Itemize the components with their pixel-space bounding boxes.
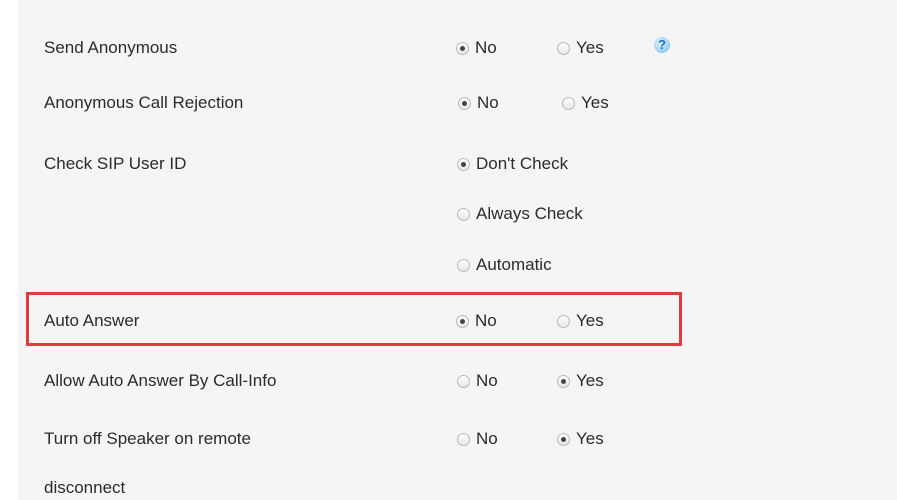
turn-off-speaker-label-line1: Turn off Speaker on remote <box>44 429 251 448</box>
allow-auto-answer-no-radio[interactable] <box>457 374 470 388</box>
allow-auto-answer-yes-text: Yes <box>576 371 604 390</box>
auto-answer-no-radio[interactable] <box>456 314 469 328</box>
automatic-text: Automatic <box>476 255 552 274</box>
turn-off-speaker-no-option[interactable]: No <box>457 428 498 450</box>
turn-off-speaker-yes-radio[interactable] <box>557 432 570 446</box>
always-check-option[interactable]: Always Check <box>457 203 583 225</box>
allow-auto-answer-yes-radio[interactable] <box>557 374 570 388</box>
always-check-text: Always Check <box>476 204 583 223</box>
auto-answer-yes-option[interactable]: Yes <box>557 310 604 332</box>
anonymous-call-rejection-no-radio[interactable] <box>458 96 471 110</box>
automatic-radio[interactable] <box>457 258 470 272</box>
send-anonymous-yes-radio[interactable] <box>557 41 570 55</box>
anonymous-call-rejection-yes-text: Yes <box>581 93 609 112</box>
send-anonymous-no-option[interactable]: No <box>456 37 497 59</box>
send-anonymous-yes-text: Yes <box>576 38 604 57</box>
auto-answer-label: Auto Answer <box>44 311 140 330</box>
anonymous-call-rejection-no-option[interactable]: No <box>458 92 499 114</box>
turn-off-speaker-yes-option[interactable]: Yes <box>557 428 604 450</box>
turn-off-speaker-label-line2: disconnect <box>44 478 126 497</box>
automatic-option[interactable]: Automatic <box>457 254 552 276</box>
anonymous-call-rejection-yes-option[interactable]: Yes <box>562 92 609 114</box>
auto-answer-yes-text: Yes <box>576 311 604 330</box>
turn-off-speaker-no-radio[interactable] <box>457 432 470 446</box>
allow-auto-answer-yes-option[interactable]: Yes <box>557 370 604 392</box>
dont-check-radio[interactable] <box>457 157 470 171</box>
auto-answer-no-option[interactable]: No <box>456 310 497 332</box>
turn-off-speaker-no-text: No <box>476 429 498 448</box>
anonymous-call-rejection-yes-radio[interactable] <box>562 96 575 110</box>
dont-check-text: Don't Check <box>476 154 569 173</box>
anonymous-call-rejection-label: Anonymous Call Rejection <box>44 93 244 112</box>
send-anonymous-label: Send Anonymous <box>44 38 178 57</box>
help-icon[interactable]: ? <box>654 37 670 53</box>
turn-off-speaker-yes-text: Yes <box>576 429 604 448</box>
dont-check-option[interactable]: Don't Check <box>457 153 568 175</box>
anonymous-call-rejection-no-text: No <box>477 93 499 112</box>
auto-answer-yes-radio[interactable] <box>557 314 570 328</box>
send-anonymous-yes-option[interactable]: Yes <box>557 37 604 59</box>
send-anonymous-no-radio[interactable] <box>456 41 469 55</box>
allow-auto-answer-no-option[interactable]: No <box>457 370 498 392</box>
settings-panel <box>18 0 897 500</box>
allow-auto-answer-by-call-info-label: Allow Auto Answer By Call-Info <box>44 371 277 390</box>
check-sip-user-id-label: Check SIP User ID <box>44 154 187 173</box>
auto-answer-no-text: No <box>475 311 497 330</box>
allow-auto-answer-no-text: No <box>476 371 498 390</box>
send-anonymous-no-text: No <box>475 38 497 57</box>
always-check-radio[interactable] <box>457 207 470 221</box>
